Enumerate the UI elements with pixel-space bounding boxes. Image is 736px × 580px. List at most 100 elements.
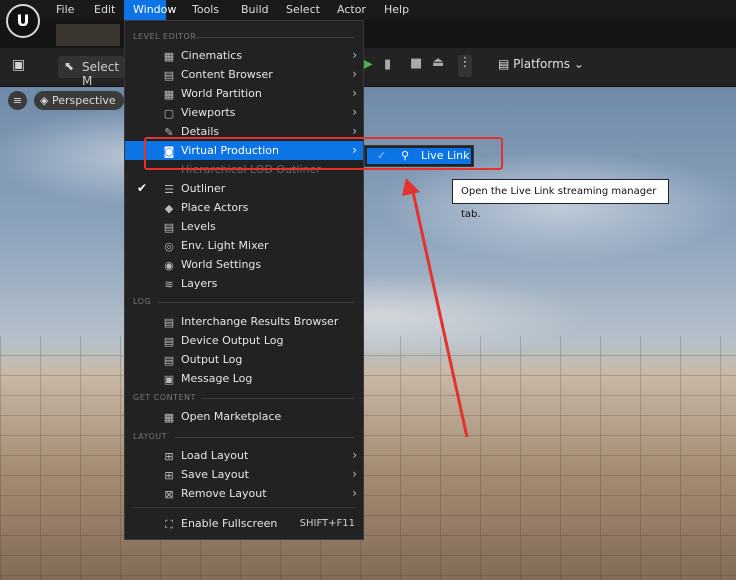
menu-item-save-layout[interactable]: ⊞ Save Layout › <box>125 465 363 484</box>
item-label: Layers <box>181 277 218 290</box>
divider <box>175 437 355 438</box>
live-link-tooltip: Open the Live Link streaming manager tab… <box>452 179 669 220</box>
menu-item-enable-fullscreen[interactable]: ⛶ Enable Fullscreen SHIFT+F11 <box>125 514 363 533</box>
divider <box>157 302 355 303</box>
grid-icon: ▦ <box>163 88 175 101</box>
menu-tools[interactable]: Tools <box>186 0 225 20</box>
menu-build[interactable]: Build <box>235 0 275 20</box>
select-mode-label: Select M <box>82 60 120 88</box>
item-label: Viewports <box>181 106 236 119</box>
main-toolbar: ▣ ⬉ Select M ▶ ▮ ■ ⏏ ⋮ <box>0 48 736 88</box>
perspective-button[interactable]: ◈ Perspective <box>34 91 124 110</box>
chevron-right-icon: › <box>352 467 357 481</box>
menu-item-viewports[interactable]: ▢ Viewports › <box>125 103 363 122</box>
item-label: Save Layout <box>181 468 249 481</box>
menu-item-load-layout[interactable]: ⊞ Load Layout › <box>125 446 363 465</box>
menu-item-remove-layout[interactable]: ⊠ Remove Layout › <box>125 484 363 503</box>
section-get-content: GET CONTENT <box>133 393 196 402</box>
chevron-right-icon: › <box>352 448 357 462</box>
menu-item-world-partition[interactable]: ▦ World Partition › <box>125 84 363 103</box>
menu-item-cinematics[interactable]: ▦ Cinematics › <box>125 46 363 65</box>
menu-window[interactable]: Window <box>124 0 176 20</box>
shapes-icon: ◆ <box>164 202 174 215</box>
chevron-right-icon: › <box>352 48 357 62</box>
eject-icon[interactable]: ⏏ <box>432 55 444 70</box>
chevron-right-icon: › <box>352 105 357 119</box>
checkmark-icon: ✔ <box>137 181 148 195</box>
folder-icon: ▤ <box>163 69 175 82</box>
list-icon: ☰ <box>164 183 174 196</box>
perspective-label: Perspective <box>51 94 116 107</box>
platforms-label: Platforms <box>513 57 571 71</box>
menu-item-open-marketplace[interactable]: ▦ Open Marketplace <box>125 407 363 426</box>
menu-bar: File Edit Window Tools Build Select Acto… <box>0 0 736 20</box>
divider <box>201 398 355 399</box>
viewport-menu-icon[interactable]: ≡ <box>8 91 27 110</box>
unreal-logo-icon[interactable]: U <box>6 4 40 38</box>
annotation-highlight-box <box>144 137 503 170</box>
menu-item-env-light-mixer[interactable]: ◎ Env. Light Mixer <box>125 236 363 255</box>
item-label: Message Log <box>181 372 253 385</box>
menu-item-world-settings[interactable]: ◉ World Settings <box>125 255 363 274</box>
select-arrow-icon: ⬉ <box>64 59 75 73</box>
menu-item-place-actors[interactable]: ◆ Place Actors <box>125 198 363 217</box>
menu-help[interactable]: Help <box>378 0 415 20</box>
item-label: World Partition <box>181 87 262 100</box>
light-mixer-icon: ◎ <box>164 240 174 253</box>
menu-item-message-log[interactable]: ▣ Message Log <box>125 369 363 388</box>
item-label: Cinematics <box>181 49 243 62</box>
chevron-down-icon: ⌄ <box>573 57 584 71</box>
log-icon: ▤ <box>163 335 175 348</box>
item-label: World Settings <box>181 258 262 271</box>
menu-actor[interactable]: Actor <box>331 0 372 20</box>
menu-item-levels[interactable]: ▤ Levels <box>125 217 363 236</box>
levels-icon: ▤ <box>163 221 175 234</box>
platforms-button[interactable]: ▤ Platforms ⌄ <box>498 57 584 71</box>
project-name-blurred <box>56 24 120 46</box>
menu-file[interactable]: File <box>50 0 80 20</box>
globe-icon: ◉ <box>164 259 174 272</box>
save-icon[interactable]: ▣ <box>12 57 25 73</box>
platforms-icon: ▤ <box>498 57 510 71</box>
select-mode-button[interactable]: ⬉ Select M <box>58 56 124 88</box>
floor-grid <box>0 336 736 580</box>
section-layout: LAYOUT <box>133 432 167 441</box>
save-layout-icon: ⊞ <box>164 469 174 482</box>
divider <box>191 37 355 38</box>
marketplace-icon: ▦ <box>163 411 175 424</box>
item-label: Outliner <box>181 182 226 195</box>
message-icon: ▣ <box>163 373 175 386</box>
menu-item-outliner[interactable]: ✔ ☰ Outliner <box>125 179 363 198</box>
item-label: Remove Layout <box>181 487 267 500</box>
item-label: Interchange Results Browser <box>181 315 339 328</box>
item-label: Content Browser <box>181 68 273 81</box>
item-label: Env. Light Mixer <box>181 239 269 252</box>
skip-icon[interactable]: ▮ <box>384 57 391 72</box>
menu-select[interactable]: Select <box>280 0 326 20</box>
section-log: LOG <box>133 297 152 306</box>
chevron-right-icon: › <box>352 67 357 81</box>
document-icon: ▤ <box>163 316 175 329</box>
menu-edit[interactable]: Edit <box>88 0 121 20</box>
stop-icon[interactable]: ■ <box>410 56 422 71</box>
layers-icon: ≋ <box>164 278 174 291</box>
chevron-right-icon: › <box>352 86 357 100</box>
window-menu-dropdown: LEVEL EDITOR ▦ Cinematics › ▤ Content Br… <box>124 20 364 540</box>
item-label: Place Actors <box>181 201 249 214</box>
item-label: Levels <box>181 220 216 233</box>
menu-item-content-browser[interactable]: ▤ Content Browser › <box>125 65 363 84</box>
menu-item-device-output-log[interactable]: ▤ Device Output Log <box>125 331 363 350</box>
item-label: Output Log <box>181 353 243 366</box>
remove-layout-icon: ⊠ <box>164 488 174 501</box>
item-label: Load Layout <box>181 449 249 462</box>
more-options-icon[interactable]: ⋮ <box>458 55 472 77</box>
item-label: Device Output Log <box>181 334 284 347</box>
menu-item-output-log[interactable]: ▤ Output Log <box>125 350 363 369</box>
clapper-icon: ▦ <box>163 50 175 63</box>
menu-item-interchange-results[interactable]: ▤ Interchange Results Browser <box>125 312 363 331</box>
cube-icon: ◈ <box>40 94 49 107</box>
menu-item-layers[interactable]: ≋ Layers <box>125 274 363 293</box>
fullscreen-icon: ⛶ <box>165 518 173 531</box>
section-level-editor: LEVEL EDITOR <box>133 32 197 41</box>
shortcut-label: SHIFT+F11 <box>299 518 355 529</box>
